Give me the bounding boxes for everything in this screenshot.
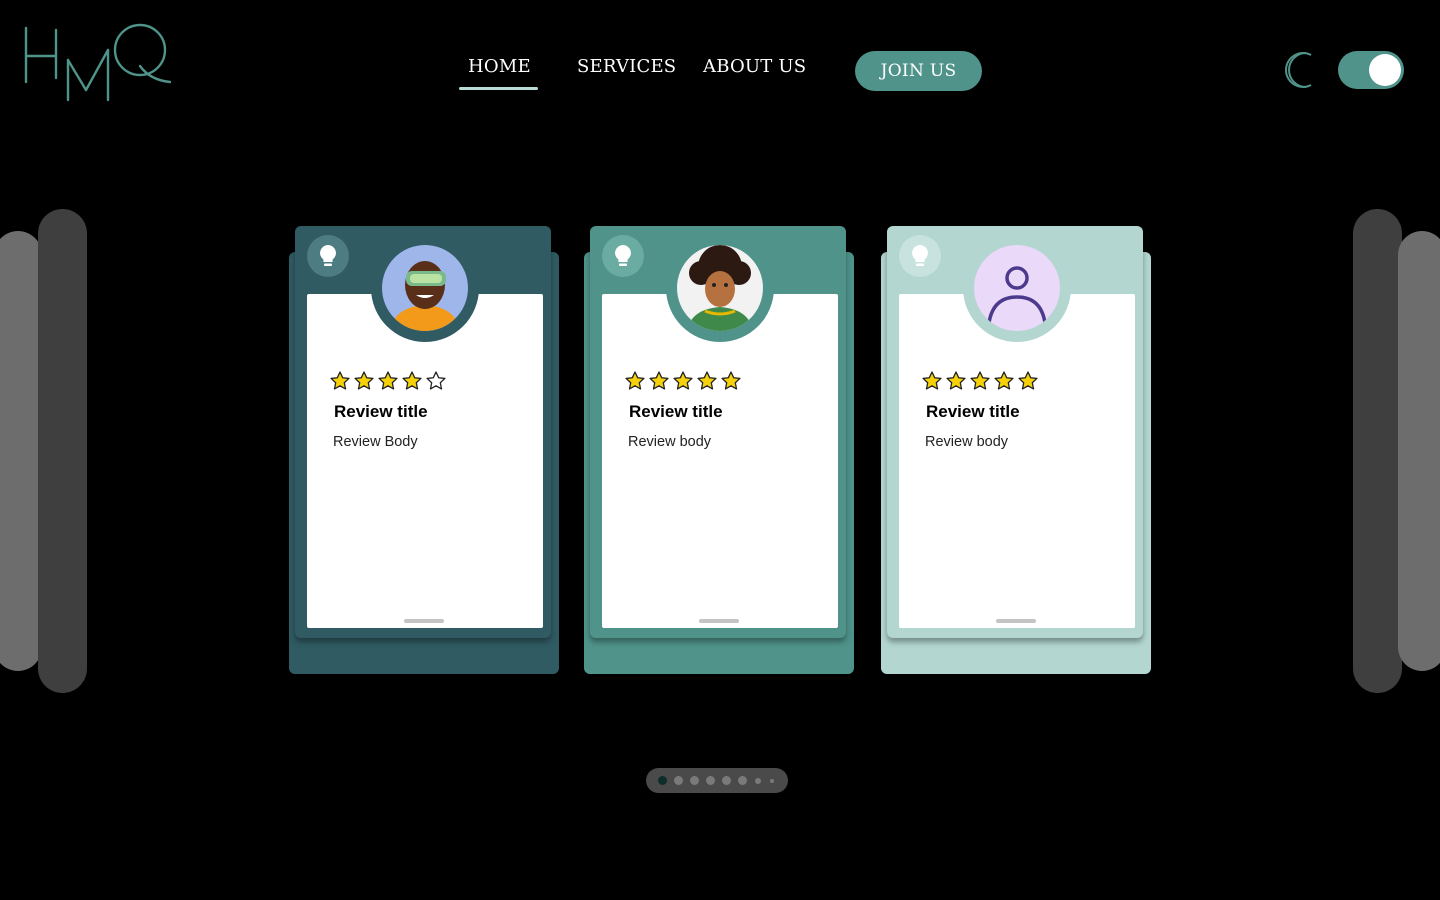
star-empty-icon <box>426 371 446 390</box>
drag-handle[interactable] <box>699 619 739 623</box>
pagination-dot[interactable] <box>690 776 699 785</box>
review-title: Review title <box>629 402 723 421</box>
star-filled-icon <box>697 371 717 390</box>
pagination-dot[interactable] <box>770 778 774 783</box>
card-front: Review title Review body <box>887 226 1143 638</box>
review-card[interactable]: Review title Review Body <box>289 226 559 674</box>
pagination-dot[interactable] <box>738 776 747 785</box>
star-filled-icon <box>354 371 374 390</box>
carousel-prev-card-far[interactable] <box>0 231 42 671</box>
review-body: Review Body <box>333 434 418 450</box>
carousel-next-card[interactable] <box>1353 209 1402 693</box>
pagination-dot[interactable] <box>722 776 731 785</box>
star-filled-icon <box>673 371 693 390</box>
card-front: Review title Review Body <box>295 226 551 638</box>
star-filled-icon <box>1018 371 1038 390</box>
star-filled-icon <box>721 371 741 390</box>
star-filled-icon <box>649 371 669 390</box>
join-us-button[interactable]: JOIN US <box>855 51 982 91</box>
moon-icon <box>1284 50 1318 90</box>
star-filled-icon <box>402 371 422 390</box>
carousel-pagination <box>646 768 788 793</box>
review-card[interactable]: Review title Review body <box>584 226 854 674</box>
pagination-dot[interactable] <box>658 776 667 785</box>
dark-mode-toggle[interactable] <box>1338 51 1404 89</box>
avatar <box>666 234 774 342</box>
vr-headset-avatar <box>382 245 468 331</box>
review-body: Review body <box>925 434 1009 450</box>
star-filled-icon <box>330 371 350 390</box>
review-panel: Review title Review body <box>602 294 838 628</box>
star-filled-icon <box>970 371 990 390</box>
carousel-next-card-far[interactable] <box>1398 231 1440 671</box>
star-filled-icon <box>922 371 942 390</box>
review-title: Review title <box>334 402 428 421</box>
review-panel: Review title Review Body <box>307 294 543 628</box>
card-front: Review title Review body <box>590 226 846 638</box>
pagination-dot[interactable] <box>674 776 683 785</box>
star-rating <box>329 370 447 392</box>
carousel-prev-card[interactable] <box>38 209 87 693</box>
main-nav: HOME SERVICES ABOUT US <box>0 56 1440 86</box>
review-title: Review title <box>926 402 1020 421</box>
pagination-dot[interactable] <box>755 777 761 784</box>
lightbulb-icon[interactable] <box>602 235 644 277</box>
star-filled-icon <box>994 371 1014 390</box>
star-rating <box>921 370 1039 392</box>
lightbulb-icon[interactable] <box>307 235 349 277</box>
star-rating <box>624 370 742 392</box>
review-panel: Review title Review body <box>899 294 1135 628</box>
active-nav-underline <box>459 87 538 90</box>
avatar <box>963 234 1071 342</box>
curly-hair-avatar <box>677 245 763 331</box>
nav-home-link[interactable]: HOME <box>468 56 531 77</box>
drag-handle[interactable] <box>996 619 1036 623</box>
lightbulb-icon[interactable] <box>899 235 941 277</box>
nav-services-link[interactable]: SERVICES <box>577 56 676 77</box>
star-filled-icon <box>625 371 645 390</box>
review-body: Review body <box>628 434 712 450</box>
avatar <box>371 234 479 342</box>
star-filled-icon <box>946 371 966 390</box>
toggle-knob <box>1369 54 1401 86</box>
drag-handle[interactable] <box>404 619 444 623</box>
nav-about-link[interactable]: ABOUT US <box>703 56 806 77</box>
review-card[interactable]: Review title Review body <box>881 226 1151 674</box>
star-filled-icon <box>378 371 398 390</box>
generic-user-icon <box>974 245 1060 331</box>
pagination-dot[interactable] <box>706 776 715 785</box>
